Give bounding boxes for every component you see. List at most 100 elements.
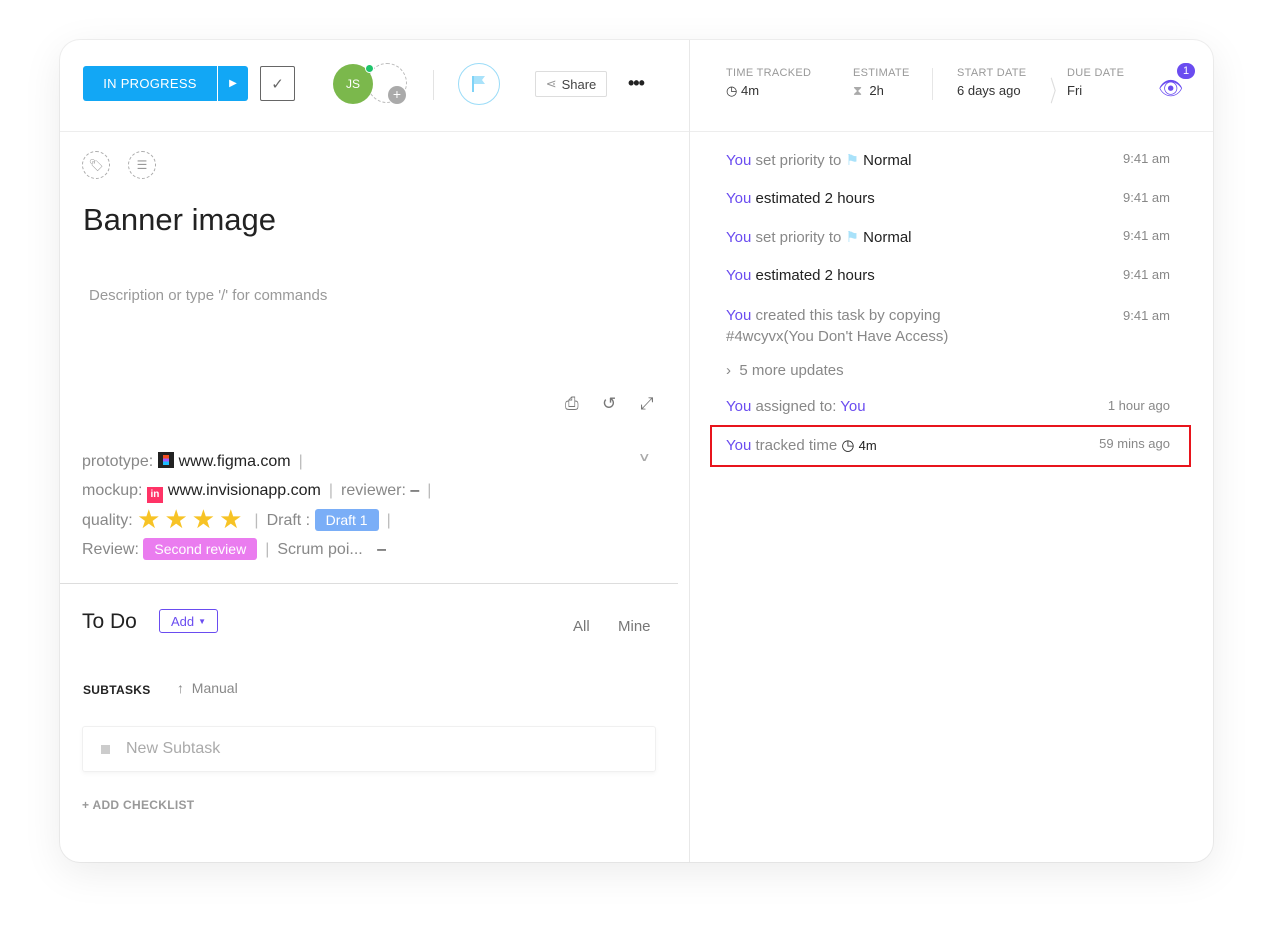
- highlight-box: [710, 425, 1191, 467]
- add-checklist-button[interactable]: + ADD CHECKLIST: [82, 798, 194, 812]
- figma-icon: [157, 452, 174, 468]
- description-input[interactable]: Description or type '/' for commands: [89, 287, 327, 304]
- caret-down-icon: ▼: [198, 616, 207, 626]
- square-icon: [101, 744, 110, 754]
- new-subtask-input[interactable]: New Subtask: [82, 726, 656, 772]
- field-label: quality:: [82, 512, 133, 529]
- activity-item: You set priority to ⚑ Normal 9:41 am: [726, 228, 1170, 246]
- due-date-label: DUE DATE: [1067, 67, 1125, 79]
- draft-tag[interactable]: Draft 1: [314, 509, 379, 531]
- chevron-down-icon[interactable]: ∨: [638, 450, 651, 464]
- field-label: mockup:: [82, 482, 143, 499]
- user-link[interactable]: You: [726, 398, 751, 415]
- more-updates-toggle[interactable]: › 5 more updates: [726, 362, 1170, 379]
- divider: [932, 68, 933, 100]
- activity-item: You estimated 2 hours 9:41 am: [726, 267, 1170, 284]
- field-label: Draft :: [266, 512, 311, 529]
- star-icon[interactable]: ★: [192, 504, 215, 534]
- mockup-link[interactable]: www.invisionapp.com: [168, 482, 321, 499]
- timestamp: 9:41 am: [1123, 267, 1170, 282]
- time-tracked-value: 4m: [740, 83, 760, 98]
- task-title[interactable]: Banner image: [83, 202, 276, 238]
- task-card: IN PROGRESS ▶ ✓ JS + ⋖ Share ••• 🏷 ☰ Bann…: [60, 40, 1213, 862]
- estimate-label: ESTIMATE: [853, 67, 910, 79]
- activity-text: created this task by copying #4wcyvx(You…: [726, 307, 949, 345]
- time-tracked[interactable]: ◷ 4m: [726, 83, 759, 99]
- time-tracked-label: TIME TRACKED: [726, 67, 812, 79]
- assignee-link[interactable]: You: [840, 398, 865, 415]
- subtasks-heading: SUBTASKS: [83, 683, 151, 697]
- sort-manual[interactable]: ↑ Manual: [177, 680, 238, 696]
- activity-text: set priority to: [755, 152, 842, 169]
- clock-icon: ◷: [726, 83, 738, 98]
- field-label: reviewer:: [341, 482, 406, 499]
- reviewer-value[interactable]: –: [410, 482, 419, 499]
- priority-value: Normal: [863, 229, 912, 246]
- flag-icon: [472, 76, 485, 92]
- priority-value: Normal: [863, 152, 912, 169]
- estimate[interactable]: ⧗ 2h: [853, 83, 884, 99]
- activity-text: set priority to: [755, 229, 842, 246]
- custom-fields: prototype: www.figma.com | mockup: in www.…: [82, 452, 432, 560]
- divider: [433, 70, 434, 100]
- user-link[interactable]: You: [726, 190, 751, 207]
- due-date[interactable]: Fri: [1067, 83, 1082, 98]
- activity-item: You assigned to: You 1 hour ago: [726, 398, 1170, 415]
- placeholder: New Subtask: [126, 740, 221, 757]
- checklist-icon[interactable]: ☰: [128, 151, 156, 179]
- timestamp: 9:41 am: [1123, 308, 1170, 323]
- user-link[interactable]: You: [726, 267, 751, 284]
- field-label: Scrum poi...: [277, 541, 363, 558]
- user-link[interactable]: You: [726, 307, 751, 324]
- timestamp: 1 hour ago: [1107, 398, 1170, 413]
- activity-item: You created this task by copying #4wcyvx…: [726, 305, 1170, 347]
- estimate-value: 2h: [869, 83, 884, 98]
- more-menu-button[interactable]: •••: [628, 73, 645, 94]
- prototype-link[interactable]: www.figma.com: [179, 453, 291, 470]
- header-divider: [60, 131, 689, 132]
- tag-icon[interactable]: 🏷: [82, 151, 110, 179]
- start-date[interactable]: 6 days ago: [957, 83, 1021, 98]
- expand-icon[interactable]: ⤢: [640, 394, 654, 414]
- activity-text: estimated 2 hours: [755, 267, 875, 284]
- header-divider-right: [690, 131, 1213, 132]
- quality-rating[interactable]: ★ ★ ★ ★: [137, 505, 246, 534]
- priority-button[interactable]: [458, 63, 500, 105]
- user-link[interactable]: You: [726, 152, 751, 169]
- activity-text: assigned to:: [755, 398, 837, 415]
- panel-divider: [689, 40, 690, 862]
- user-link[interactable]: You: [726, 229, 751, 246]
- todo-heading: To Do: [82, 610, 137, 633]
- sort-label: Manual: [191, 680, 238, 696]
- watchers-badge: 1: [1177, 63, 1195, 79]
- filter-mine[interactable]: Mine: [618, 618, 651, 635]
- add-label: Add: [170, 613, 195, 629]
- share-button[interactable]: ⋖ Share: [535, 71, 607, 97]
- chevron-right-icon: 〉: [1050, 76, 1065, 107]
- share-icon: ⋖: [545, 76, 557, 91]
- star-icon[interactable]: ★: [137, 504, 160, 534]
- complete-checkbox[interactable]: ✓: [260, 66, 295, 101]
- field-label: Review:: [82, 541, 139, 558]
- activity-item: You estimated 2 hours 9:41 am: [726, 190, 1170, 207]
- add-button[interactable]: Add ▼: [159, 609, 218, 633]
- status-button[interactable]: IN PROGRESS: [83, 66, 217, 101]
- scrum-value[interactable]: –: [377, 541, 386, 558]
- divider: [60, 583, 678, 584]
- arrow-up-icon: ↑: [177, 680, 184, 696]
- activity-text: estimated 2 hours: [755, 190, 875, 207]
- start-date-label: START DATE: [957, 67, 1027, 79]
- eye-icon[interactable]: 👁: [1158, 76, 1183, 101]
- print-icon[interactable]: ⎙: [565, 394, 579, 414]
- activity-item: You set priority to ⚑ Normal 9:41 am: [726, 151, 1170, 169]
- flag-icon: ⚑: [845, 152, 859, 169]
- star-icon[interactable]: ★: [219, 504, 242, 534]
- next-status-button[interactable]: ▶: [218, 66, 248, 101]
- star-icon[interactable]: ★: [164, 504, 187, 534]
- history-icon[interactable]: ↺: [602, 394, 616, 414]
- field-label: prototype:: [82, 453, 154, 470]
- timestamp: 9:41 am: [1123, 151, 1170, 166]
- hourglass-icon: ⧗: [853, 83, 863, 98]
- review-tag[interactable]: Second review: [143, 538, 258, 560]
- filter-all[interactable]: All: [573, 618, 590, 635]
